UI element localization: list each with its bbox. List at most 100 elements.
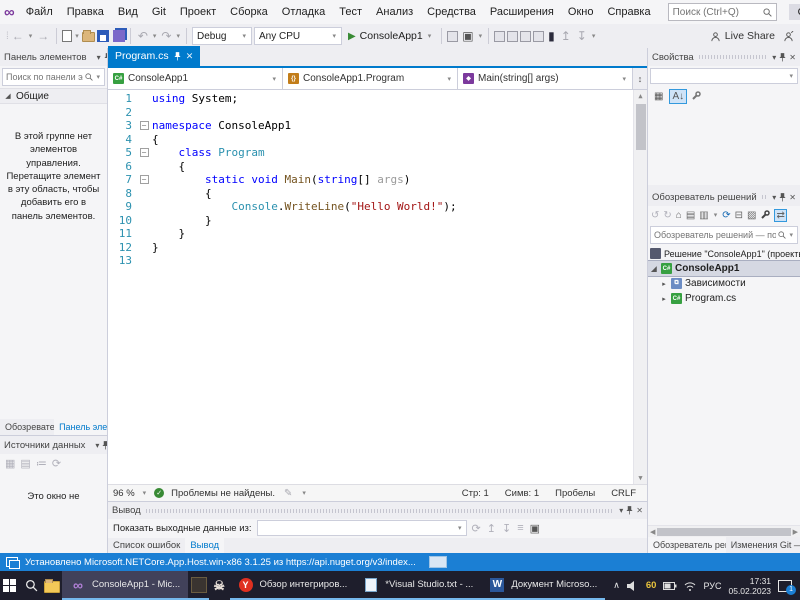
solution-horizontal-scrollbar[interactable]: ◀ ▶ <box>648 525 800 537</box>
expanded-icon[interactable]: ◢ <box>650 265 658 273</box>
output-options-icon[interactable]: ▾ <box>619 506 623 515</box>
collapse-all-icon[interactable]: ⊟ <box>735 210 743 221</box>
redo-dropdown-icon[interactable]: ▾ <box>175 32 181 40</box>
goto-next-message-icon[interactable]: ↧ <box>502 522 511 535</box>
undo-dropdown-icon[interactable]: ▾ <box>152 32 158 40</box>
code-lines[interactable]: using System; − namespace ConsoleApp1{− cl… <box>136 90 633 484</box>
find-message-icon[interactable]: ⟳ <box>472 522 481 535</box>
action-center-icon[interactable]: 1 <box>778 579 797 595</box>
scroll-left-icon[interactable]: ◀ <box>650 528 655 536</box>
tab-program-cs[interactable]: Program.cs ✕ <box>108 46 201 66</box>
start-button[interactable] <box>0 571 21 600</box>
zoom-dropdown-icon[interactable]: ▾ <box>142 489 148 497</box>
menu-item-0[interactable]: Файл <box>19 6 60 18</box>
taskbar-app-skull[interactable]: ☠ <box>209 571 230 600</box>
tab-output[interactable]: Вывод <box>185 537 225 553</box>
wrench-icon[interactable] <box>691 91 701 101</box>
alphabetical-view-icon[interactable]: A↓ <box>669 88 688 104</box>
menu-item-8[interactable]: Анализ <box>369 6 420 18</box>
show-all-files-icon[interactable]: ▨ <box>747 210 756 221</box>
menu-item-5[interactable]: Сборка <box>223 6 275 18</box>
decrease-indent-icon[interactable] <box>494 30 506 42</box>
type-dropdown[interactable]: {} ConsoleApp1.Program ▾ <box>283 68 458 89</box>
tab-solution-explorer-left[interactable]: Обозревате... <box>0 419 54 435</box>
bookmark-prev-icon[interactable]: ↥ <box>559 29 573 43</box>
quick-search-box[interactable] <box>667 3 777 21</box>
line-ending[interactable]: CRLF <box>611 488 636 499</box>
taskbar-app-tools[interactable] <box>188 571 209 600</box>
tree-item-dependencies[interactable]: ▸ ⧉ Зависимости <box>648 276 800 291</box>
pin-icon[interactable] <box>102 440 107 450</box>
properties-close-icon[interactable]: ✕ <box>789 53 796 62</box>
collapsed-icon[interactable]: ▸ <box>660 280 668 288</box>
find-in-files-icon[interactable] <box>447 30 459 42</box>
bookmark-next-icon[interactable]: ↧ <box>575 29 589 43</box>
increase-indent-icon[interactable] <box>507 30 519 42</box>
project-dropdown[interactable]: C# ConsoleApp1 ▾ <box>108 68 283 89</box>
code-window-icon[interactable]: ▣ <box>460 29 475 43</box>
add-data-source-icon[interactable]: ▦ <box>5 457 15 470</box>
battery-icon[interactable] <box>663 581 677 590</box>
scrollbar-thumb[interactable] <box>657 527 791 536</box>
undo-icon[interactable]: ↶ <box>136 29 150 43</box>
network-icon[interactable] <box>684 581 696 591</box>
solution-explorer-close-icon[interactable]: ✕ <box>789 193 796 202</box>
taskbar-search-button[interactable] <box>21 571 42 600</box>
solution-explorer-header[interactable]: Обозреватель решений ▾ ✕ <box>648 188 800 206</box>
configure-data-source-icon[interactable]: ≔ <box>36 457 47 470</box>
tab-close-icon[interactable]: ✕ <box>186 51 194 62</box>
pin-icon[interactable] <box>779 52 786 62</box>
properties-options-icon[interactable]: ▾ <box>772 53 776 62</box>
refresh-icon[interactable]: ⟳ <box>722 210 730 221</box>
data-sources-header[interactable]: Источники данных ▾ ✕ <box>0 436 107 454</box>
menu-item-7[interactable]: Тест <box>332 6 369 18</box>
navigate-forward-icon[interactable]: → <box>35 29 51 43</box>
start-debugging-button[interactable]: ▶ ConsoleApp1 ▾ <box>344 30 436 42</box>
live-share-button[interactable]: Live Share <box>710 30 775 42</box>
scroll-up-icon[interactable]: ▲ <box>638 90 642 102</box>
sync-with-active-document-icon[interactable]: ⇄ <box>774 208 787 222</box>
properties-object-dropdown[interactable]: ▾ <box>650 68 798 84</box>
scrollbar-thumb[interactable] <box>636 104 646 150</box>
pin-icon[interactable] <box>174 51 181 61</box>
bookmark-dropdown-icon[interactable]: ▾ <box>591 32 597 40</box>
member-dropdown[interactable]: ◆ Main(string[] args) ▾ <box>458 68 632 89</box>
toolbox-header[interactable]: Панель элементов ▾ ✕ <box>0 48 107 66</box>
refresh-icon[interactable]: ⟳ <box>52 457 61 470</box>
indent-mode[interactable]: Пробелы <box>555 488 595 499</box>
menu-item-10[interactable]: Расширения <box>483 6 561 18</box>
quick-search-input[interactable] <box>672 6 763 18</box>
properties-header[interactable]: Свойства ▾ ✕ <box>648 48 800 66</box>
pen-dropdown-icon[interactable]: ▾ <box>301 489 307 497</box>
uncomment-icon[interactable] <box>533 30 545 42</box>
toggle-word-wrap-icon[interactable]: ▣ <box>530 522 540 535</box>
pin-icon[interactable] <box>779 192 786 202</box>
taskbar-app-notepad[interactable]: *Visual Studio.txt - ... <box>355 571 482 600</box>
tab-error-list[interactable]: Список ошибок <box>108 538 185 553</box>
scroll-down-icon[interactable]: ▼ <box>638 472 642 484</box>
goto-prev-message-icon[interactable]: ↥ <box>487 522 496 535</box>
menu-item-3[interactable]: Git <box>145 6 173 18</box>
menu-item-11[interactable]: Окно <box>561 6 601 18</box>
bookmark-icon[interactable]: ▮ <box>546 29 557 43</box>
clear-all-icon[interactable]: ≡ <box>517 522 523 535</box>
data-sources-options-icon[interactable]: ▾ <box>95 441 99 450</box>
menu-item-4[interactable]: Проект <box>173 6 223 18</box>
collapsed-icon[interactable]: ▸ <box>660 295 668 303</box>
toolbox-options-icon[interactable]: ▾ <box>97 53 101 62</box>
solution-explorer-options-icon[interactable]: ▾ <box>772 193 776 202</box>
solution-platform-dropdown[interactable]: Any CPU ▾ <box>253 27 342 45</box>
solution-configuration-dropdown[interactable]: Debug ▾ <box>191 27 252 45</box>
menu-item-2[interactable]: Вид <box>111 6 145 18</box>
pin-icon[interactable] <box>626 506 633 515</box>
tray-expand-icon[interactable]: ∧ <box>613 580 620 591</box>
new-file-dropdown-icon[interactable]: ▾ <box>74 32 80 40</box>
solution-search-input[interactable] <box>654 230 777 240</box>
navigate-back-dropdown-icon[interactable]: ▾ <box>28 32 34 40</box>
edit-data-source-icon[interactable]: ▤ <box>20 457 30 470</box>
tree-item-project[interactable]: ◢ C# ConsoleApp1 <box>648 260 800 277</box>
output-close-icon[interactable]: ✕ <box>636 506 643 515</box>
output-header[interactable]: Вывод ▾ ✕ <box>108 502 647 519</box>
menu-item-1[interactable]: Правка <box>60 6 111 18</box>
taskbar-app-word[interactable]: W Документ Microso... <box>481 571 606 600</box>
